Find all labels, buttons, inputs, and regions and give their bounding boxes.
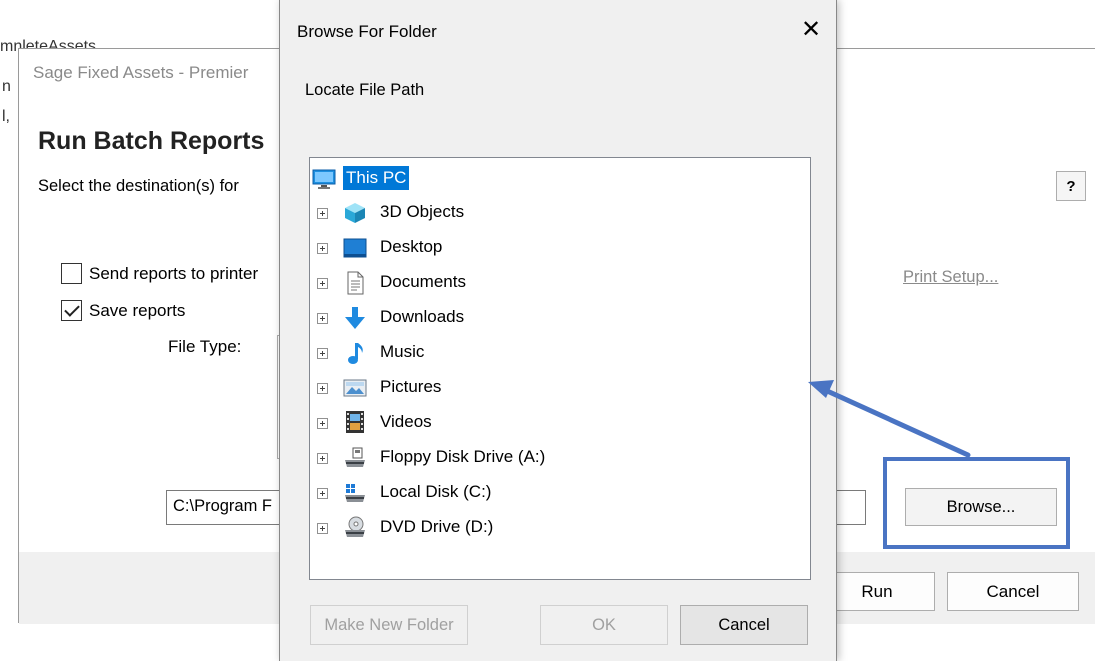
save-reports-checkbox[interactable] xyxy=(61,300,82,321)
tree-item-downloads[interactable]: Downloads xyxy=(310,303,810,333)
tree-item-documents[interactable]: Documents xyxy=(310,268,810,298)
tree-item-label: Local Disk (C:) xyxy=(380,482,492,501)
tree-item-floppy-drive[interactable]: Floppy Disk Drive (A:) xyxy=(310,443,810,473)
dialog-description: Locate File Path xyxy=(305,81,425,99)
background-text-fragment: n xyxy=(2,78,11,95)
tree-item-label: 3D Objects xyxy=(380,202,465,221)
folder-tree[interactable]: This PC 3D Objects Desktop Documents Dow… xyxy=(309,157,811,580)
window-title: Sage Fixed Assets - Premier xyxy=(33,63,249,82)
tree-item-local-disk[interactable]: Local Disk (C:) xyxy=(310,478,810,508)
tree-item-label: Desktop xyxy=(380,237,443,256)
tree-item-label: Music xyxy=(380,342,425,361)
dialog-cancel-button[interactable]: Cancel xyxy=(680,605,808,645)
tree-item-pictures[interactable]: Pictures xyxy=(310,373,810,403)
desktop-icon xyxy=(343,238,367,258)
destination-instruction: Select the destination(s) for xyxy=(38,177,239,195)
help-button[interactable]: ? xyxy=(1056,171,1086,201)
tree-item-3d-objects[interactable]: 3D Objects xyxy=(310,198,810,228)
tree-item-label: Videos xyxy=(380,412,432,431)
film-icon xyxy=(346,411,364,433)
expand-icon[interactable] xyxy=(317,208,328,219)
expand-icon[interactable] xyxy=(317,383,328,394)
tree-item-videos[interactable]: Videos xyxy=(310,408,810,438)
expand-icon[interactable] xyxy=(317,523,328,534)
dialog-title: Browse For Folder xyxy=(297,22,437,41)
tree-item-label: Documents xyxy=(380,272,466,291)
picture-icon xyxy=(343,379,367,397)
expand-icon[interactable] xyxy=(317,348,328,359)
hard-drive-icon xyxy=(345,484,365,502)
file-type-label: File Type: xyxy=(168,337,242,356)
tree-item-desktop[interactable]: Desktop xyxy=(310,233,810,263)
floppy-drive-icon xyxy=(345,447,365,467)
browse-for-folder-dialog: Browse For Folder ✕ Locate File Path Thi… xyxy=(279,0,837,661)
tree-item-label: Downloads xyxy=(380,307,465,326)
document-icon xyxy=(347,271,364,295)
tree-item-label: This PC xyxy=(343,166,410,190)
cancel-button[interactable]: Cancel xyxy=(947,572,1079,611)
expand-icon[interactable] xyxy=(317,418,328,429)
send-to-printer-checkbox[interactable] xyxy=(61,263,82,284)
music-note-icon xyxy=(348,343,363,364)
cube-icon xyxy=(345,203,365,223)
page-title: Run Batch Reports xyxy=(38,127,265,155)
tree-item-label: Pictures xyxy=(380,377,442,396)
expand-icon[interactable] xyxy=(317,278,328,289)
tree-item-dvd-drive[interactable]: DVD Drive (D:) xyxy=(310,513,810,543)
send-to-printer-label: Send reports to printer xyxy=(89,264,259,283)
background-text-fragment: l, xyxy=(2,108,10,125)
download-arrow-icon xyxy=(345,307,365,329)
make-new-folder-button[interactable]: Make New Folder xyxy=(310,605,468,645)
monitor-icon xyxy=(312,169,336,189)
ok-button[interactable]: OK xyxy=(540,605,668,645)
tree-item-this-pc[interactable]: This PC xyxy=(310,164,810,194)
close-icon[interactable]: ✕ xyxy=(796,14,826,44)
expand-icon[interactable] xyxy=(317,313,328,324)
save-reports-label: Save reports xyxy=(89,301,186,320)
tree-item-label: DVD Drive (D:) xyxy=(380,517,494,536)
expand-icon[interactable] xyxy=(317,488,328,499)
print-setup-link[interactable]: Print Setup... xyxy=(903,268,998,287)
dvd-drive-icon xyxy=(345,516,365,537)
expand-icon[interactable] xyxy=(317,243,328,254)
tree-item-music[interactable]: Music xyxy=(310,338,810,368)
browse-highlight-box xyxy=(883,457,1070,549)
expand-icon[interactable] xyxy=(317,453,328,464)
tree-item-label: Floppy Disk Drive (A:) xyxy=(380,447,546,466)
